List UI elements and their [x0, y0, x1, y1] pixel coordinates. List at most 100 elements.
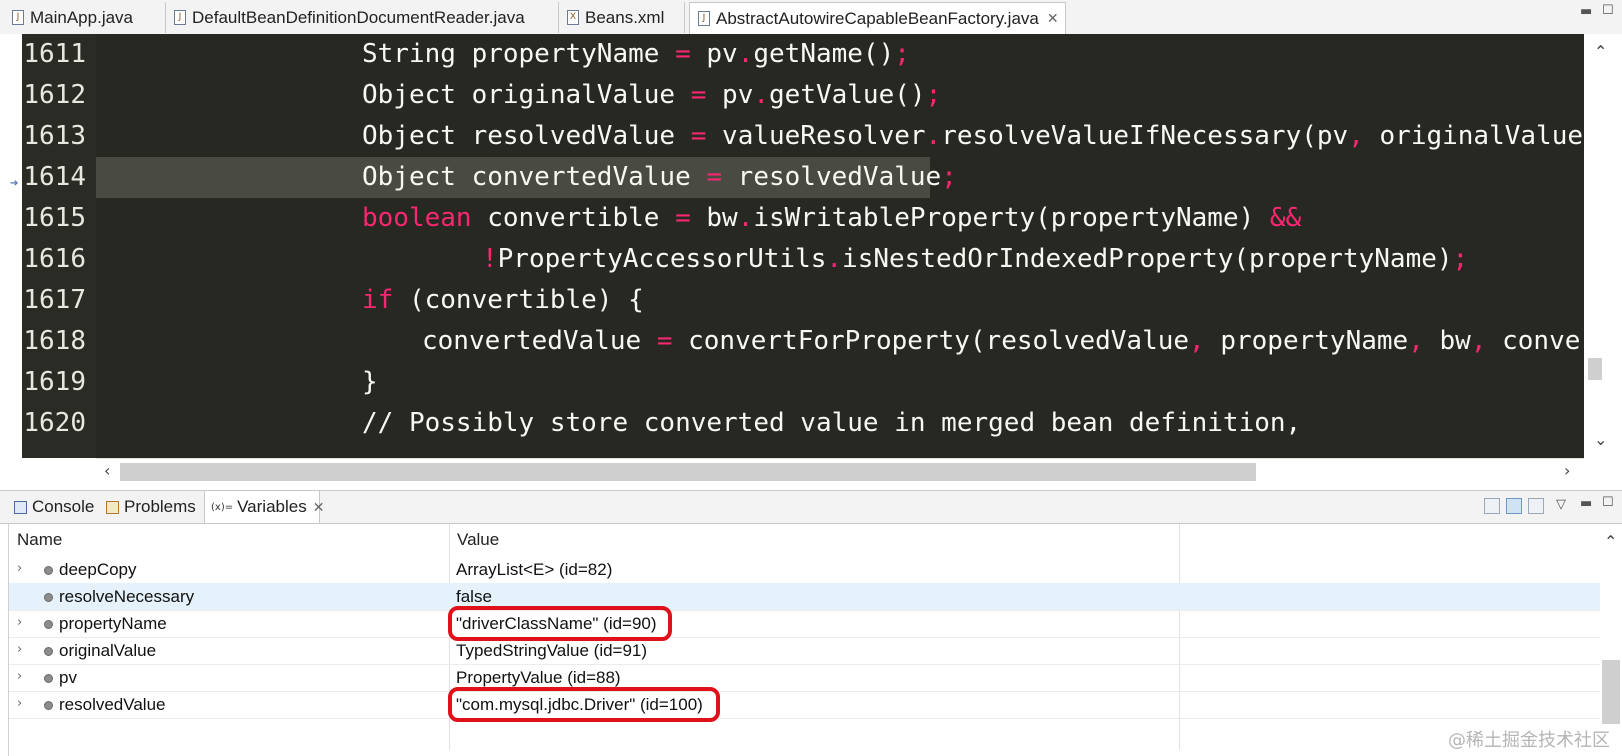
code-token: . [826, 244, 843, 274]
scroll-thumb[interactable] [1588, 358, 1602, 380]
highlight-annotation-box [448, 687, 720, 722]
collapse-all-icon[interactable] [1484, 498, 1500, 514]
line-number-gutter: 1611 1612 1613 1614 1615 1616 1617 1618 1619 1620 [22, 34, 96, 458]
chevron-right-icon[interactable]: › [17, 669, 22, 684]
code-line[interactable]: convertedValue = convertForProperty(reso… [96, 321, 1584, 362]
variable-name: resolvedValue [59, 695, 166, 714]
console-icon [14, 500, 27, 514]
code-text: String propertyName = pv.getName(); [362, 34, 910, 75]
editor-horizontal-scrollbar[interactable]: ‹ › [96, 458, 1584, 485]
code-line[interactable]: Object convertedValue = resolvedValue; [96, 157, 1584, 198]
code-token: getName() [753, 39, 895, 69]
scroll-up-icon[interactable]: ⌃ [1594, 42, 1607, 61]
variables-vertical-scrollbar[interactable]: ⌃ [1600, 524, 1622, 756]
local-variable-icon [44, 701, 53, 710]
code-line[interactable]: Object resolvedValue = valueResolver.res… [96, 116, 1584, 157]
close-tab-icon[interactable]: ✕ [1047, 10, 1059, 27]
variable-row-deepCopy[interactable]: › deepCopy ArrayList<E> (id=82) [9, 556, 1601, 584]
code-token: resolveValueIfNecessary(pv [941, 121, 1349, 151]
code-token: boolean [362, 203, 472, 233]
code-line[interactable]: if (convertible) { [96, 280, 1584, 321]
line-number: 1611 [23, 39, 86, 69]
variable-row-pv[interactable]: › pv PropertyValue (id=88) [9, 664, 1601, 692]
chevron-right-icon[interactable]: › [17, 642, 22, 657]
variable-row-resolvedValue[interactable]: › resolvedValue "com.mysql.jdbc.Driver" (i… [9, 687, 1601, 722]
scroll-down-icon[interactable]: ⌄ [1594, 430, 1607, 449]
view-menu-icon[interactable]: ▽ [1556, 497, 1566, 512]
editor-tab-bar: J MainApp.java J DefaultBeanDefinitionDo… [0, 0, 1622, 35]
variable-row-originalValue[interactable]: › originalValue TypedStringValue (id=91) [9, 637, 1601, 665]
scroll-up-icon[interactable]: ⌃ [1604, 532, 1617, 551]
tab-variables[interactable]: (x)= Variables ✕ [204, 491, 324, 523]
line-number: 1616 [23, 244, 86, 274]
code-token: ; [925, 80, 942, 110]
line-number: 1619 [23, 367, 86, 397]
code-line[interactable]: } [96, 362, 1584, 403]
close-tab-icon[interactable]: ✕ [313, 499, 325, 516]
chevron-right-icon[interactable]: › [17, 615, 22, 630]
chevron-right-icon[interactable]: › [17, 696, 22, 711]
line-number: 1612 [23, 80, 86, 110]
line-number: 1620 [23, 408, 86, 438]
code-line[interactable]: String propertyName = pv.getName(); [96, 34, 1584, 75]
code-line[interactable]: !PropertyAccessorUtils.isNestedOrIndexed… [96, 239, 1584, 280]
code-token: String propertyName [362, 39, 676, 69]
scroll-thumb[interactable] [1602, 660, 1620, 724]
code-token: Object resolvedValue [362, 121, 691, 151]
tab-console[interactable]: Console [8, 491, 100, 523]
debug-current-line-marker-icon: ➔ [10, 178, 19, 189]
code-text: convertedValue = convertForProperty(reso… [422, 321, 1580, 362]
tab-problems[interactable]: Problems [100, 491, 204, 523]
code-token: ; [1452, 244, 1469, 274]
code-token: = [706, 162, 723, 192]
minimize-icon[interactable]: ▬ [1580, 496, 1592, 511]
chevron-right-icon[interactable]: › [17, 561, 22, 576]
code-text: Object convertedValue = resolvedValue; [362, 157, 957, 198]
code-token: = [690, 80, 707, 110]
maximize-icon[interactable]: ☐ [1602, 495, 1614, 510]
layout-icon[interactable] [1528, 498, 1544, 514]
tab-label: Variables [237, 497, 307, 516]
variable-name: deepCopy [59, 560, 137, 579]
code-line[interactable]: boolean convertible = bw.isWritablePrope… [96, 198, 1584, 239]
xml-file-icon: X [567, 10, 579, 25]
show-type-names-icon[interactable] [1506, 498, 1522, 514]
code-token: isNestedOrIndexedProperty(propertyName) [842, 244, 1453, 274]
tab-mainapp-java[interactable]: J MainApp.java [4, 2, 166, 33]
minimize-icon[interactable]: ▬ [1580, 4, 1592, 19]
local-variable-icon [44, 620, 53, 629]
local-variable-icon [44, 647, 53, 656]
code-text: if (convertible) { [362, 280, 644, 321]
tab-abstractautowirecapablebeanfactory-java[interactable]: J AbstractAutowireCapableBeanFactory.jav… [689, 2, 1066, 34]
code-token: convertedValue [422, 326, 657, 356]
code-token: originalValue [1363, 121, 1584, 151]
tab-defaultbeandefinitiondocumentreader-java[interactable]: J DefaultBeanDefinitionDocumentReader.ja… [166, 2, 559, 33]
code-token: } [362, 367, 378, 397]
tab-label: AbstractAutowireCapableBeanFactory.java [716, 8, 1039, 28]
code-token: = [675, 203, 691, 233]
column-header-name[interactable]: Name [9, 524, 449, 556]
code-line[interactable]: // Possibly store converted value in mer… [96, 403, 1584, 444]
code-line[interactable]: Object originalValue = pv.getValue(); [96, 75, 1584, 116]
column-header-value[interactable]: Value [449, 524, 1179, 556]
code-token: bw [1423, 326, 1471, 356]
code-editor[interactable]: String propertyName = pv.getName(); Objec… [96, 34, 1584, 458]
variable-row-resolveNecessary[interactable]: resolveNecessary false [9, 583, 1601, 611]
scroll-left-icon[interactable]: ‹ [104, 461, 110, 480]
code-text: // Possibly store converted value in mer… [362, 403, 1301, 444]
code-text: !PropertyAccessorUtils.isNestedOrIndexed… [482, 239, 1468, 280]
code-token: ; [941, 162, 957, 192]
variable-row-propertyName[interactable]: › propertyName "driverClassName" (id=90) [9, 606, 1601, 641]
tab-beans-xml[interactable]: X Beans.xml [559, 2, 685, 33]
line-number: 1618 [23, 326, 86, 356]
code-token: = [656, 326, 673, 356]
scroll-right-icon[interactable]: › [1564, 461, 1570, 480]
maximize-icon[interactable]: ☐ [1602, 3, 1614, 18]
variable-name: originalValue [59, 641, 157, 660]
code-token: bw [690, 203, 738, 233]
code-text: Object originalValue = pv.getValue(); [362, 75, 941, 116]
editor-vertical-scrollbar[interactable]: ⌃ ⌄ [1584, 34, 1622, 458]
code-token: convertible [471, 203, 676, 233]
tab-label: Problems [124, 497, 196, 516]
scroll-thumb[interactable] [120, 463, 1256, 481]
